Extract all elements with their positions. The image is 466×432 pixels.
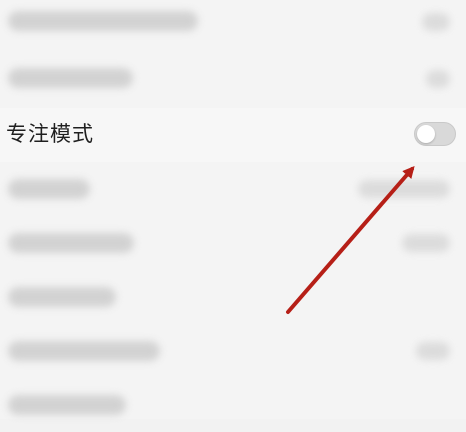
blurred-setting-row	[0, 378, 466, 432]
blurred-label	[8, 68, 133, 88]
blurred-setting-row	[0, 54, 466, 108]
focus-mode-toggle[interactable]	[414, 122, 456, 146]
blurred-setting-row	[0, 0, 466, 54]
focus-mode-label: 专注模式	[6, 122, 94, 146]
blurred-label	[8, 233, 134, 253]
blurred-setting-row	[0, 324, 466, 378]
blurred-setting-row	[0, 162, 466, 216]
blurred-value	[416, 342, 450, 360]
blurred-value	[402, 234, 450, 252]
blurred-setting-row	[0, 270, 466, 324]
blurred-value	[422, 13, 450, 31]
blurred-label	[8, 11, 198, 31]
toggle-knob	[417, 125, 435, 143]
blurred-label	[8, 179, 90, 199]
blurred-setting-row	[0, 216, 466, 270]
blurred-value	[358, 180, 450, 198]
settings-screen: 专注模式	[0, 0, 466, 419]
blurred-label	[8, 395, 126, 415]
blurred-label	[8, 287, 116, 307]
blurred-value	[426, 70, 450, 88]
blurred-label	[8, 341, 160, 361]
